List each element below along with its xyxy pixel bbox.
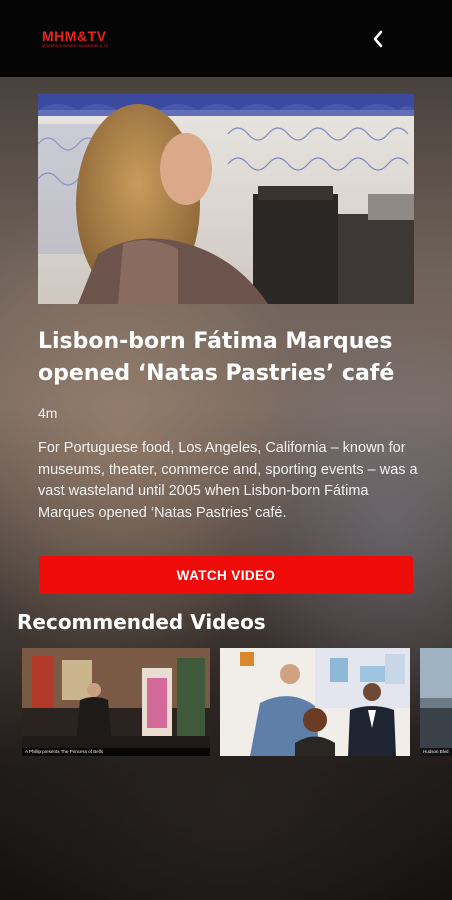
- video-hero-image[interactable]: [38, 94, 414, 304]
- video-title: Lisbon-born Fátima Marques opened ‘Natas…: [38, 329, 395, 386]
- hero-scene: [38, 94, 414, 304]
- video-description: For Portuguese food, Los Angeles, Califo…: [38, 440, 418, 521]
- watch-video-button[interactable]: WATCH VIDEO: [39, 556, 413, 594]
- recommended-video-1[interactable]: A Phillip presents The Princess of Bells: [22, 648, 210, 756]
- thumbnail-image: [22, 648, 210, 756]
- thumbnail-image: [220, 648, 410, 756]
- thumbnail-caption: Hudson Blvd: [423, 749, 449, 754]
- back-button[interactable]: [366, 27, 390, 51]
- recommended-video-3[interactable]: Hudson Blvd: [420, 648, 452, 756]
- video-duration: 4m: [38, 405, 58, 421]
- chevron-left-icon: [373, 30, 383, 47]
- logo-subtext: MODERN HISPANIC MAGAZINE & TV: [42, 43, 109, 48]
- recommended-heading: Recommended Videos: [17, 610, 266, 634]
- thumbnail-caption: A Phillip presents The Princess of Bells: [25, 749, 103, 754]
- recommended-video-2[interactable]: [220, 648, 410, 756]
- app-logo: MHM&TV MODERN HISPANIC MAGAZINE & TV: [42, 29, 109, 49]
- thumbnail-image: [420, 648, 452, 756]
- app-header: MHM&TV MODERN HISPANIC MAGAZINE & TV: [0, 0, 452, 77]
- logo-text: MHM&TV: [42, 27, 107, 44]
